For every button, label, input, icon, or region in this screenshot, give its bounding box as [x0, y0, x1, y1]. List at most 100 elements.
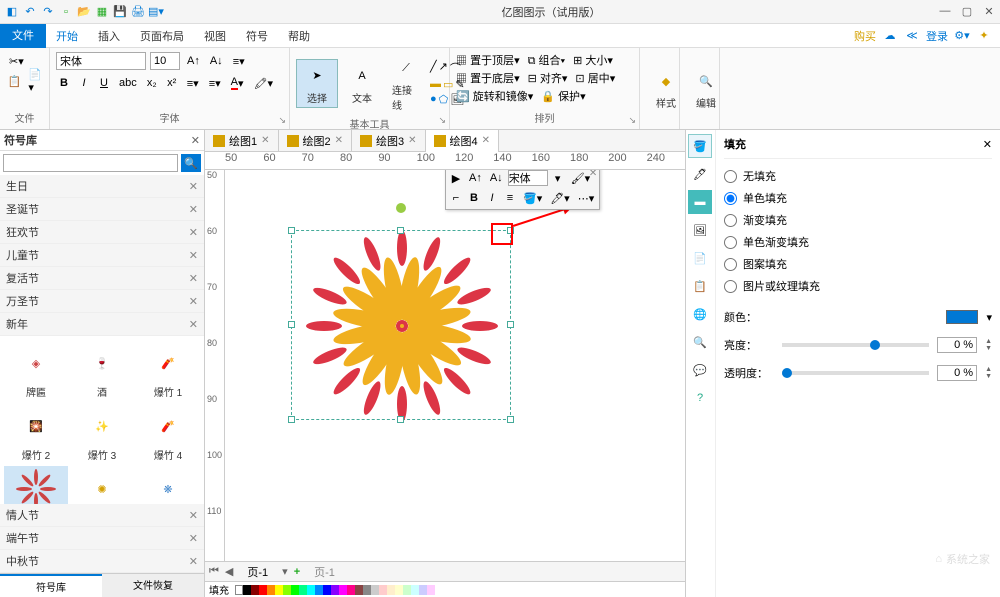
page-add-icon[interactable]: +: [294, 566, 300, 578]
ft-align-icon[interactable]: ≡: [502, 189, 518, 207]
edit-button[interactable]: 🔍编辑: [686, 65, 726, 112]
color-swatch[interactable]: [315, 585, 323, 595]
cat-close-icon[interactable]: ✕: [189, 532, 198, 545]
tab-layout[interactable]: 页面布局: [130, 24, 194, 48]
opacity-value[interactable]: 0 %: [937, 365, 977, 381]
category-birthday[interactable]: 生日✕: [0, 175, 204, 198]
radio-texture-fill[interactable]: [724, 280, 737, 293]
cat-close-icon[interactable]: ✕: [189, 295, 198, 308]
text-tool[interactable]: A 文本: [342, 60, 382, 107]
protect-button[interactable]: 🔒 保护▾: [541, 88, 585, 104]
cloud-icon[interactable]: ☁: [882, 28, 898, 44]
brightness-value[interactable]: 0 %: [937, 337, 977, 353]
tab-close-icon[interactable]: ✕: [482, 135, 490, 146]
ft-fontup-icon[interactable]: A↑: [466, 170, 485, 187]
export-icon[interactable]: ▦: [94, 4, 110, 20]
cat-close-icon[interactable]: ✕: [189, 318, 198, 331]
tools-launcher-icon[interactable]: ↘: [438, 115, 446, 126]
selection-box[interactable]: [291, 230, 511, 420]
polygon-shape-icon[interactable]: ⬠: [439, 93, 449, 106]
resize-handle[interactable]: [288, 416, 295, 423]
float-close-icon[interactable]: ✕: [589, 170, 597, 179]
font-decrease-icon[interactable]: A↓: [207, 52, 226, 70]
spin-up-icon[interactable]: ▲: [985, 338, 992, 345]
resize-handle[interactable]: [288, 321, 295, 328]
tab-insert[interactable]: 插入: [88, 24, 130, 48]
ft-font-input[interactable]: [508, 170, 548, 186]
close-button[interactable]: ✕: [982, 5, 996, 18]
spin-down-icon[interactable]: ▼: [985, 345, 992, 352]
tab-library[interactable]: 符号库: [0, 574, 102, 597]
color-swatch[interactable]: [267, 585, 275, 595]
rect-shape-icon[interactable]: ▬: [430, 78, 441, 91]
page-dropdown-icon[interactable]: ▾: [282, 565, 288, 578]
color-swatch[interactable]: [339, 585, 347, 595]
buy-link[interactable]: 购买: [854, 28, 876, 44]
tab-close-icon[interactable]: ✕: [261, 135, 269, 146]
search-tool-icon[interactable]: 🔍: [688, 330, 712, 354]
undo-icon[interactable]: ↶: [22, 4, 38, 20]
group-button[interactable]: ⧉ 组合▾: [528, 52, 566, 68]
tab-start[interactable]: 开始: [46, 24, 88, 48]
font-increase-icon[interactable]: A↑: [184, 52, 203, 70]
shadow-tool-icon[interactable]: ▬: [688, 190, 712, 214]
cat-close-icon[interactable]: ✕: [189, 180, 198, 193]
color-swatch[interactable]: [299, 585, 307, 595]
shape-wine[interactable]: 🍷酒: [70, 340, 134, 401]
shape-firecracker2[interactable]: 🎇爆竹 2: [4, 403, 68, 464]
fill-tool-icon[interactable]: 🪣: [688, 134, 712, 158]
bullets-button[interactable]: ≡▾: [184, 74, 202, 92]
save-icon[interactable]: 💾: [112, 4, 128, 20]
shape-firecracker4[interactable]: 🧨爆竹 4: [136, 403, 200, 464]
category-children[interactable]: 儿童节✕: [0, 244, 204, 267]
floating-toolbar[interactable]: ✕ ▶ A↑ A↓ ▾ 🖌▾ ⌐ B I ≡ 🪣▾ 🖊▾ ⋯▾: [445, 170, 600, 210]
center-button[interactable]: ⊡ 居中▾: [575, 70, 615, 86]
font-launcher-icon[interactable]: ↘: [278, 115, 286, 126]
image-tool-icon[interactable]: 🖼: [688, 218, 712, 242]
canvas[interactable]: 5060708090100110 ✕ ▶ A↑ A↓ ▾ 🖌▾ ⌐ B I ≡ …: [205, 170, 685, 561]
select-tool[interactable]: ➤ 选择: [296, 59, 338, 108]
category-dragonboat[interactable]: 端午节✕: [0, 527, 204, 550]
comment-tool-icon[interactable]: 💬: [688, 358, 712, 382]
strike-button[interactable]: abc: [116, 74, 140, 92]
radio-solid-fill[interactable]: [724, 192, 737, 205]
cat-close-icon[interactable]: ✕: [189, 249, 198, 262]
arrow-shape-icon[interactable]: ↗: [439, 60, 448, 76]
ft-line-icon[interactable]: 🖊▾: [547, 189, 573, 207]
color-swatch[interactable]: [275, 585, 283, 595]
globe-tool-icon[interactable]: 🌐: [688, 302, 712, 326]
page-first-icon[interactable]: ⏮: [209, 565, 219, 578]
page-tab-1b[interactable]: 页-1: [306, 562, 343, 582]
category-christmas[interactable]: 圣诞节✕: [0, 198, 204, 221]
tab-close-icon[interactable]: ✕: [335, 135, 343, 146]
color-swatch[interactable]: [395, 585, 403, 595]
shape-firecracker1[interactable]: 🧨爆竹 1: [136, 340, 200, 401]
ft-fill-icon[interactable]: 🪣▾: [520, 189, 545, 207]
file-menu[interactable]: 文件: [0, 24, 46, 48]
paste-icon[interactable]: 📄▾: [25, 72, 47, 90]
circle-shape-icon[interactable]: ●: [430, 93, 437, 106]
color-swatch[interactable]: [243, 585, 251, 595]
brightness-slider[interactable]: [782, 343, 929, 347]
doc-tab-3[interactable]: 绘图3✕: [352, 130, 426, 152]
help-tool-icon[interactable]: ?: [688, 386, 712, 410]
search-button[interactable]: 🔍: [181, 154, 201, 172]
ft-connector-icon[interactable]: ⌐: [448, 189, 464, 207]
category-midautumn[interactable]: 中秋节✕: [0, 550, 204, 573]
font-color-button[interactable]: A▾: [228, 74, 247, 92]
color-swatch[interactable]: [427, 585, 435, 595]
resize-handle[interactable]: [397, 416, 404, 423]
cat-close-icon[interactable]: ✕: [189, 272, 198, 285]
maximize-button[interactable]: ▢: [960, 5, 974, 18]
radio-no-fill[interactable]: [724, 170, 737, 183]
resize-handle[interactable]: [507, 416, 514, 423]
ft-fontdown-icon[interactable]: A↓: [487, 170, 506, 187]
superscript-button[interactable]: x²: [164, 74, 180, 92]
spin-up-icon[interactable]: ▲: [985, 366, 992, 373]
spin-down-icon[interactable]: ▼: [985, 373, 992, 380]
font-size-input[interactable]: [150, 52, 180, 70]
print-icon[interactable]: 🖨: [130, 4, 146, 20]
open-icon[interactable]: 📂: [76, 4, 92, 20]
color-swatch[interactable]: [355, 585, 363, 595]
tab-help[interactable]: 帮助: [278, 24, 320, 48]
